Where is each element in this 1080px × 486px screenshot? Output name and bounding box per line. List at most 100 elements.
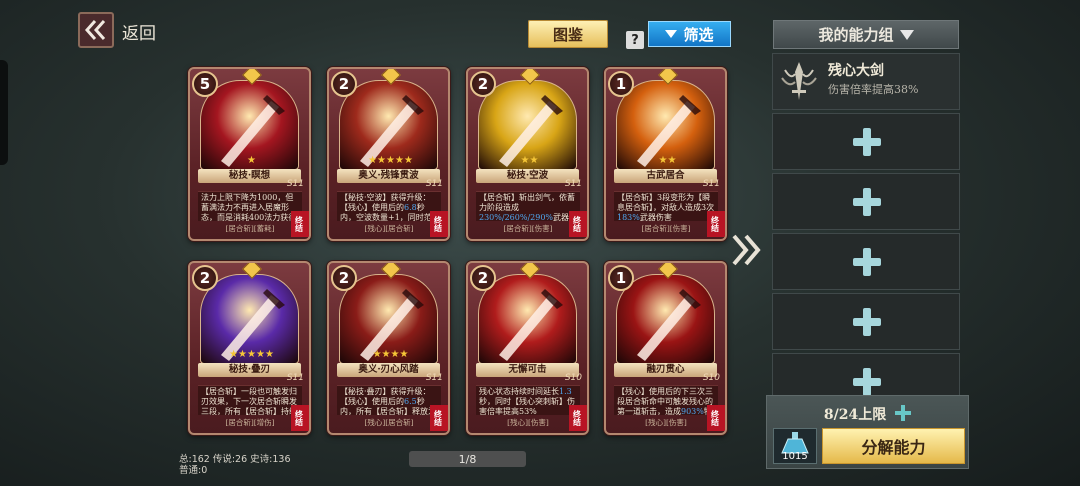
- star-icon: ★: [529, 155, 539, 166]
- star-rating: ★★: [606, 155, 725, 166]
- ability-level: S11: [286, 179, 304, 189]
- next-page-arrow-icon[interactable]: [730, 232, 762, 268]
- count-line-1: 总:162 传说:26 史诗:136: [179, 454, 291, 465]
- ability-name: 奥义·残锋贯波: [337, 169, 440, 183]
- star-rating: ★★★★: [329, 349, 448, 360]
- star-icon: ★: [264, 349, 274, 360]
- star-rating: ★★: [468, 155, 587, 166]
- ability-tags: [居合斩][伤害]: [503, 224, 553, 233]
- ability-name: 融刃贯心: [614, 363, 717, 377]
- finisher-ribbon: 终结: [430, 405, 448, 431]
- star-icon: ★: [372, 349, 382, 360]
- capacity-row: 8/24上限: [767, 404, 968, 424]
- desc-text: 残心状态持续时间延长: [479, 387, 559, 396]
- ability-description: 【残心】使用后的下三次三段居合斩命中可触发残心的第一道斩击，造成903%物理伤害: [614, 385, 718, 415]
- ability-slot-empty[interactable]: [772, 233, 960, 290]
- filter-label: 筛选: [683, 25, 714, 44]
- ability-name: 无懈可击: [476, 363, 579, 377]
- star-icon: ★: [658, 155, 668, 166]
- ability-slot-empty[interactable]: [772, 173, 960, 230]
- star-icon: ★: [399, 349, 409, 360]
- desc-highlight: 1.3: [559, 387, 572, 396]
- back-button[interactable]: [78, 12, 114, 48]
- ability-slot-empty[interactable]: [772, 113, 960, 170]
- ability-art: [616, 274, 715, 364]
- decompose-button[interactable]: 分解能力: [822, 428, 965, 464]
- desc-highlight: 903%: [681, 407, 704, 415]
- ability-name: 秘技·瞑想: [198, 169, 301, 183]
- ability-description: 【秘技·空波】获得升级：【残心】使用后的6.8秒内，空波数量+1，同时范围扩大: [337, 191, 441, 221]
- ability-cost: 2: [331, 71, 357, 97]
- finisher-ribbon: 终结: [291, 405, 309, 431]
- ability-name: 秘技·空波: [476, 169, 579, 183]
- star-icon: ★: [381, 349, 391, 360]
- ability-level: S11: [425, 373, 443, 383]
- desc-text: 【居合斩】3段变形为【瞬息居合斩】，对敌人造成3次: [617, 193, 715, 212]
- material-slot: 1015: [773, 428, 817, 464]
- double-chevron-left-icon: [84, 20, 106, 40]
- desc-text: 【居合斩】斩出剑气，依蓄力阶段造成: [479, 193, 575, 212]
- star-rating: ★★★★★: [329, 155, 448, 166]
- ability-card[interactable]: 1 融刃贯心 S10 【残心】使用后的下三次三段居合斩命中可触发残心的第一道斩击…: [604, 261, 727, 435]
- ability-card[interactable]: 2 ★★ 秘技·空波 S11 【居合斩】斩出剑气，依蓄力阶段造成230%/260…: [466, 67, 589, 241]
- ability-level: S11: [286, 373, 304, 383]
- atlas-button[interactable]: 图鉴: [528, 20, 608, 48]
- star-icon: ★: [667, 155, 677, 166]
- ability-card[interactable]: 2 无懈可击 S10 残心状态持续时间延长1.3秒，同时【残心突刺斩】伤害倍率提…: [466, 261, 589, 435]
- ability-card[interactable]: 2 ★★★★ 奥义·刃心风踏 S11 【秘技·叠刃】获得升级：【残心】使用后的6…: [327, 261, 450, 435]
- star-icon: ★: [247, 155, 256, 166]
- star-icon: ★: [247, 349, 256, 360]
- desc-highlight: 6.8: [404, 203, 417, 212]
- ability-level: S10: [702, 373, 720, 383]
- star-icon: ★: [520, 155, 530, 166]
- ability-card[interactable]: 2 ★★★★★ 秘技·叠刃 S11 【居合斩】一段也可触发归刃效果，下一次居合斩…: [188, 261, 311, 435]
- ability-level: S11: [425, 179, 443, 189]
- filter-button[interactable]: 筛选: [648, 21, 731, 47]
- ability-card[interactable]: 1 ★★ 古武居合 S11 【居合斩】3段变形为【瞬息居合斩】，对敌人造成3次1…: [604, 67, 727, 241]
- ability-cost: 1: [608, 265, 634, 291]
- ability-description: 【居合斩】斩出剑气，依蓄力阶段造成230%/260%/290%武器伤害: [476, 191, 580, 221]
- ability-cost: 2: [331, 265, 357, 291]
- ability-slot-filled[interactable]: 残心大剑 伤害倍率提高38%: [772, 53, 960, 110]
- star-icon: ★: [377, 155, 387, 166]
- star-icon: ★: [386, 155, 395, 166]
- help-icon[interactable]: ?: [626, 31, 644, 49]
- expand-capacity-icon[interactable]: [895, 405, 912, 421]
- ability-cost: 5: [192, 71, 218, 97]
- finisher-ribbon: 终结: [569, 405, 587, 431]
- star-icon: ★: [238, 349, 248, 360]
- ability-group-title: 我的能力组: [818, 26, 894, 44]
- decompose-panel: 8/24上限 1015 分解能力: [766, 395, 969, 469]
- star-icon: ★: [229, 349, 239, 360]
- star-rating: ★★★★★: [190, 349, 309, 360]
- ability-tags: [残心][伤害]: [645, 418, 687, 427]
- desc-text: 秒，同时【残心突刺斩】伤害倍率提高53%: [479, 397, 575, 415]
- ability-slot-name: 残心大剑: [828, 63, 884, 79]
- finisher-ribbon: 终结: [707, 211, 725, 237]
- star-icon: ★: [394, 155, 404, 166]
- greatsword-emblem-icon: [781, 62, 817, 100]
- ability-card[interactable]: 5 ★ 秘技·瞑想 S11 法力上限下降为1000，但蓄满法力不再进入居魔形态，…: [188, 67, 311, 241]
- add-icon: [853, 368, 881, 396]
- capacity-label: 8/24上限: [823, 407, 887, 423]
- ability-description: 【秘技·叠刃】获得升级：【残心】使用后的6.5秒内，所有【居合斩】释放为3段: [337, 385, 441, 415]
- count-line-2: 普通:0: [179, 465, 208, 476]
- left-edge-tab: [0, 60, 8, 165]
- triangle-down-icon: [665, 30, 678, 38]
- add-icon: [853, 248, 881, 276]
- ability-group-dropdown[interactable]: 我的能力组: [773, 20, 959, 49]
- ability-level: S11: [564, 179, 582, 189]
- star-icon: ★: [255, 349, 265, 360]
- star-rating: ★: [190, 155, 309, 166]
- ability-level: S11: [702, 179, 720, 189]
- back-label[interactable]: 返回: [122, 19, 156, 44]
- ability-slot-empty[interactable]: [772, 293, 960, 350]
- finisher-ribbon: 终结: [569, 211, 587, 237]
- ability-name: 奥义·刃心风踏: [337, 363, 440, 377]
- desc-text: 武器伤害: [639, 213, 672, 221]
- ability-card[interactable]: 2 ★★★★★ 奥义·残锋贯波 S11 【秘技·空波】获得升级：【残心】使用后的…: [327, 67, 450, 241]
- finisher-ribbon: 终结: [707, 405, 725, 431]
- page-indicator: 1/8: [409, 451, 526, 467]
- ability-tags: [残心][居合斩]: [364, 224, 414, 233]
- ability-tags: [居合斩][伤害]: [641, 224, 691, 233]
